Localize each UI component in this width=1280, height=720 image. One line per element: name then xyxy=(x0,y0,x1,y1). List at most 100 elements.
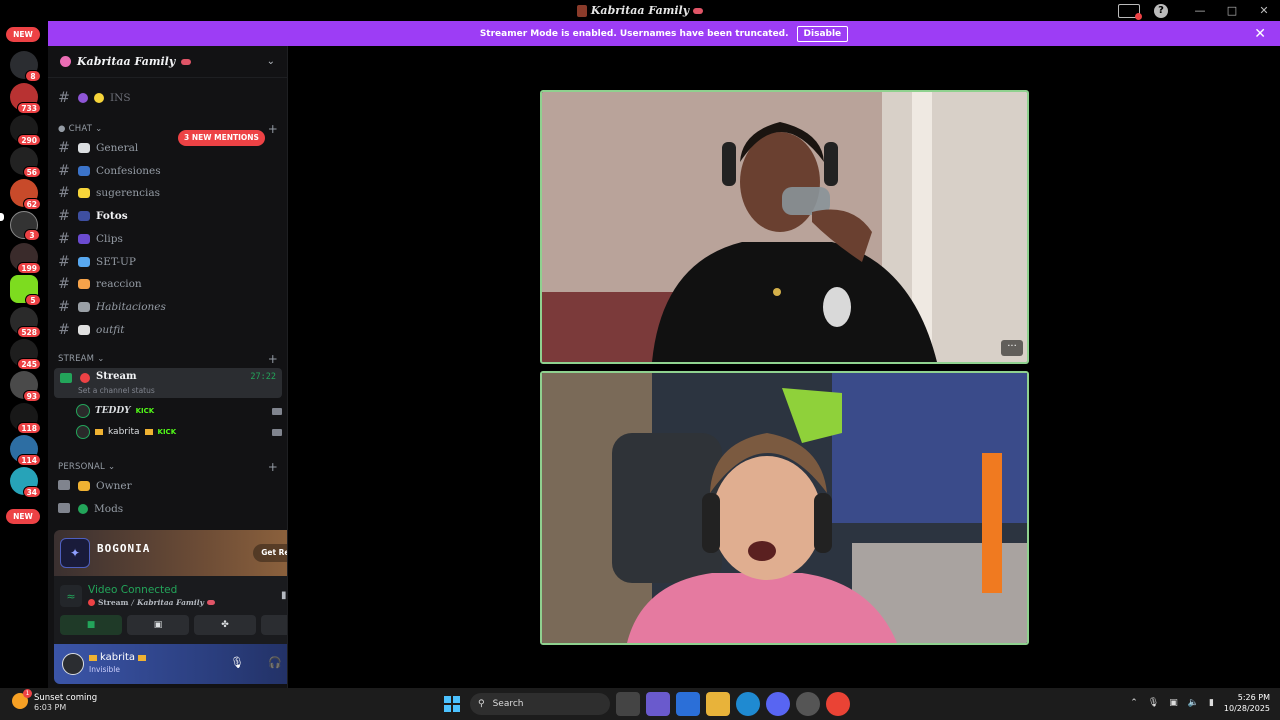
chevron-up-icon[interactable]: ⌃ xyxy=(1130,698,1138,708)
server-icon-selected[interactable]: 3 xyxy=(10,211,40,241)
volume-icon[interactable]: 🔈 xyxy=(1188,698,1199,708)
help-icon[interactable]: ? xyxy=(1154,3,1168,18)
channel-item[interactable]: # Fotos xyxy=(54,206,282,226)
streamer-mode-banner: Streamer Mode is enabled. Usernames have… xyxy=(48,21,1280,46)
maximize-button[interactable]: □ xyxy=(1216,0,1248,21)
task-view-icon[interactable] xyxy=(616,692,640,716)
create-channel-icon[interactable]: + xyxy=(268,122,278,136)
user-panel: kabrita Invisible 🎙 🎧 ⚙ xyxy=(54,644,287,684)
avatar xyxy=(76,404,90,418)
discord-icon[interactable] xyxy=(766,692,790,716)
crown-icon xyxy=(144,429,153,435)
channel-label: outfit xyxy=(96,323,125,336)
battery-icon[interactable]: ▮ xyxy=(1209,698,1214,708)
server-icon[interactable]: 733 xyxy=(10,83,41,114)
category-stream[interactable]: STREAM ⌄ + xyxy=(58,352,278,366)
server-icon[interactable]: 245 xyxy=(10,339,41,370)
inbox-icon[interactable] xyxy=(1118,3,1142,20)
lips-emoji-icon xyxy=(693,7,704,14)
create-channel-icon[interactable]: + xyxy=(268,352,278,366)
yellow-circle-icon xyxy=(94,93,104,103)
create-channel-icon[interactable]: + xyxy=(268,460,278,474)
server-icon[interactable]: 56 xyxy=(10,147,41,178)
windows-start-icon[interactable] xyxy=(440,692,464,716)
microphone-icon[interactable]: 🎙 xyxy=(1148,698,1159,708)
video-tile-2[interactable] xyxy=(540,371,1029,645)
voice-status[interactable]: Video Connected xyxy=(88,584,177,596)
tile-more-options-button[interactable]: ··· xyxy=(1001,340,1023,356)
channel-item[interactable]: # Clips xyxy=(54,229,282,249)
display-icon[interactable]: ▣ xyxy=(1169,698,1178,708)
hash-icon: # xyxy=(58,321,70,338)
crown-icon xyxy=(78,481,90,491)
channel-item-partial[interactable]: # INS xyxy=(54,88,282,108)
category-chat[interactable]: ● CHAT ⌄ + xyxy=(58,122,278,136)
server-icon[interactable]: 290 xyxy=(10,115,41,146)
headphones-icon[interactable]: 🎧 xyxy=(268,656,282,669)
speaker-icon xyxy=(60,373,72,383)
set-channel-status[interactable]: Set a channel status xyxy=(78,386,155,395)
chrome-icon[interactable] xyxy=(826,692,850,716)
channel-emoji-icon xyxy=(78,256,90,267)
purple-circle-icon xyxy=(78,93,88,103)
server-icon[interactable]: 34 xyxy=(10,467,41,498)
noise-suppression-icon[interactable]: ▮▮▮ xyxy=(281,590,287,601)
soundboard-button[interactable]: ❋ xyxy=(261,615,287,635)
server-icon[interactable]: 199 xyxy=(10,243,41,274)
minimize-button[interactable]: — xyxy=(1184,0,1216,21)
taskbar-search[interactable]: ⚲ Search xyxy=(470,693,610,715)
server-icon[interactable]: 62 xyxy=(10,179,41,210)
channel-item[interactable]: # outfit xyxy=(54,320,282,340)
new-unreads-pill-bottom[interactable]: NEW xyxy=(6,509,40,524)
copilot-icon[interactable] xyxy=(646,692,670,716)
avatar xyxy=(76,425,90,439)
voice-user-name: TEDDY xyxy=(95,406,131,416)
avatar[interactable] xyxy=(62,653,84,675)
activities-button[interactable]: ✤ xyxy=(194,615,256,635)
steam-icon[interactable] xyxy=(796,692,820,716)
channel-item[interactable]: # reaccion xyxy=(54,274,282,294)
voice-channel-stream[interactable]: Stream 27:22 Set a channel status xyxy=(54,368,282,398)
camera-toggle-button[interactable]: ■ xyxy=(60,615,122,635)
new-unreads-pill-top[interactable]: NEW xyxy=(6,27,40,42)
voice-user-item[interactable]: TEDDY KICK xyxy=(76,402,282,420)
channel-item[interactable]: # General xyxy=(54,138,282,158)
close-banner-icon[interactable]: ✕ xyxy=(1254,26,1266,42)
microphone-icon[interactable]: 🎙 xyxy=(230,656,244,669)
crown-icon xyxy=(95,429,103,435)
chevron-down-icon[interactable]: ⌄ xyxy=(267,56,275,67)
guild-header[interactable]: Kabritaa Family ⌄ xyxy=(48,46,287,78)
category-personal[interactable]: PERSONAL ⌄ + xyxy=(58,460,278,474)
channel-item[interactable]: # Confesiones xyxy=(54,161,282,181)
outlook-icon[interactable] xyxy=(676,692,700,716)
channel-item[interactable]: # Habitaciones xyxy=(54,297,282,317)
close-window-button[interactable]: ✕ xyxy=(1248,0,1280,21)
weather-widget[interactable]: Sunset coming 6:03 PM xyxy=(12,689,97,712)
voice-user-item[interactable]: kabrita KICK xyxy=(76,423,282,441)
sunset-icon xyxy=(12,689,32,709)
taskbar-clock[interactable]: 5:26 PM 10/28/2025 xyxy=(1224,692,1270,714)
server-icon[interactable]: 118 xyxy=(10,403,41,434)
server-icon[interactable]: 5 xyxy=(10,275,41,306)
window-title-text: Kabritaa Family xyxy=(590,4,690,17)
voice-channel-mods[interactable]: Mods xyxy=(54,499,282,519)
server-icon[interactable]: 93 xyxy=(10,371,41,402)
file-explorer-icon[interactable] xyxy=(706,692,730,716)
disable-streamer-mode-button[interactable]: Disable xyxy=(796,25,849,42)
voice-actions: ■ ▣ ✤ ❋ xyxy=(60,615,287,635)
video-tile-1[interactable]: ··· xyxy=(540,90,1029,364)
voice-channel-owner[interactable]: Owner xyxy=(54,476,282,496)
voice-user-name: kabrita xyxy=(108,427,140,437)
edge-icon[interactable] xyxy=(736,692,760,716)
server-icon[interactable]: 528 xyxy=(10,307,41,338)
channel-item[interactable]: # sugerencias xyxy=(54,183,282,203)
screen-share-button[interactable]: ▣ xyxy=(127,615,189,635)
server-icon[interactable]: 8 xyxy=(10,51,41,82)
channel-sidebar: Kabritaa Family ⌄ # INS 3 NEW MENTIONS ●… xyxy=(48,46,288,688)
username[interactable]: kabrita xyxy=(89,652,147,663)
channel-item[interactable]: # SET-UP xyxy=(54,252,282,272)
get-reward-button[interactable]: Get Reward! xyxy=(253,544,287,562)
signal-icon: ≈ xyxy=(60,585,82,607)
server-icon[interactable]: 114 xyxy=(10,435,41,466)
red-circle-icon xyxy=(88,599,95,606)
